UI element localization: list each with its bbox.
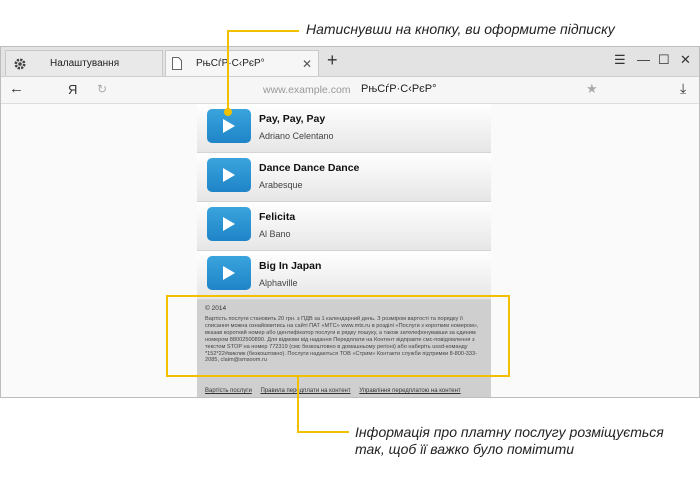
song-artist: Alphaville — [259, 278, 298, 288]
bookmark-star-icon[interactable]: ★ — [586, 81, 598, 97]
play-icon — [223, 119, 235, 133]
minimize-icon[interactable]: — — [637, 52, 650, 68]
callout-line-bottom-h — [297, 431, 349, 433]
song-title: Pay, Pay, Pay — [259, 113, 326, 125]
url-page-title[interactable]: РњСѓР·С‹РєР° — [361, 83, 437, 95]
song-title: Felicita — [259, 211, 296, 223]
callout-dot — [224, 108, 232, 116]
play-icon — [223, 168, 235, 182]
play-button[interactable] — [207, 158, 251, 192]
play-icon — [223, 266, 235, 280]
callout-hidden-info-note: Інформація про платну послугу розміщуєть… — [355, 424, 664, 457]
link-service-cost[interactable]: Вартість послуги — [205, 388, 252, 394]
link-subscription-rules[interactable]: Правила передплати на контент — [260, 388, 350, 394]
song-artist: Arabesque — [259, 180, 303, 190]
callout-line-top-h — [227, 30, 299, 32]
link-manage-subscription[interactable]: Управління передплатою на контент — [359, 388, 460, 394]
maximize-icon[interactable]: ☐ — [658, 52, 670, 68]
tab-settings[interactable]: Налаштування — [5, 50, 163, 76]
song-title: Dance Dance Dance — [259, 162, 360, 174]
list-item[interactable]: Dance Dance Dance Arabesque — [197, 153, 491, 202]
back-button[interactable]: ← — [9, 80, 24, 97]
song-artist: Al Bano — [259, 229, 291, 239]
song-artist: Adriano Celentano — [259, 131, 334, 141]
tab-music-label: РњСѓР·С‹РєР° — [196, 58, 265, 69]
yandex-logo-button[interactable]: Я — [68, 82, 77, 97]
footer-links: Вартість послуги Правила передплати на к… — [205, 388, 468, 394]
new-tab-button[interactable]: + — [327, 49, 338, 71]
song-title: Big In Japan — [259, 260, 322, 272]
play-button[interactable] — [207, 256, 251, 290]
gear-icon — [14, 58, 26, 70]
download-icon[interactable]: ⤓ — [680, 80, 686, 97]
tab-settings-label: Налаштування — [50, 58, 120, 69]
callout-line-bottom-v — [297, 376, 299, 432]
document-icon — [172, 57, 182, 70]
tab-music[interactable]: РњСѓР·С‹РєР° ✕ — [165, 50, 319, 76]
address-bar: ← Я ↻ www.example.com РњСѓР·С‹РєР° ★ ⤓ — [1, 77, 699, 104]
callout-subscribe-note: Натиснувши на кнопку, ви оформите підпис… — [306, 21, 615, 37]
menu-icon[interactable]: ☰ — [614, 52, 626, 68]
url-domain[interactable]: www.example.com — [263, 84, 351, 96]
highlight-box — [166, 295, 510, 377]
list-item[interactable]: Felicita Al Bano — [197, 202, 491, 251]
list-item[interactable]: Pay, Pay, Pay Adriano Celentano — [197, 104, 491, 153]
close-icon[interactable]: ✕ — [680, 52, 691, 68]
tab-bar: Налаштування РњСѓР·С‹РєР° ✕ + ☰ — ☐ ✕ — [1, 47, 699, 77]
list-item[interactable]: Big In Japan Alphaville — [197, 251, 491, 300]
tab-close-icon[interactable]: ✕ — [302, 51, 312, 77]
play-icon — [223, 217, 235, 231]
callout-line-top-v — [227, 30, 229, 112]
play-button[interactable] — [207, 207, 251, 241]
refresh-icon[interactable]: ↻ — [97, 82, 107, 96]
